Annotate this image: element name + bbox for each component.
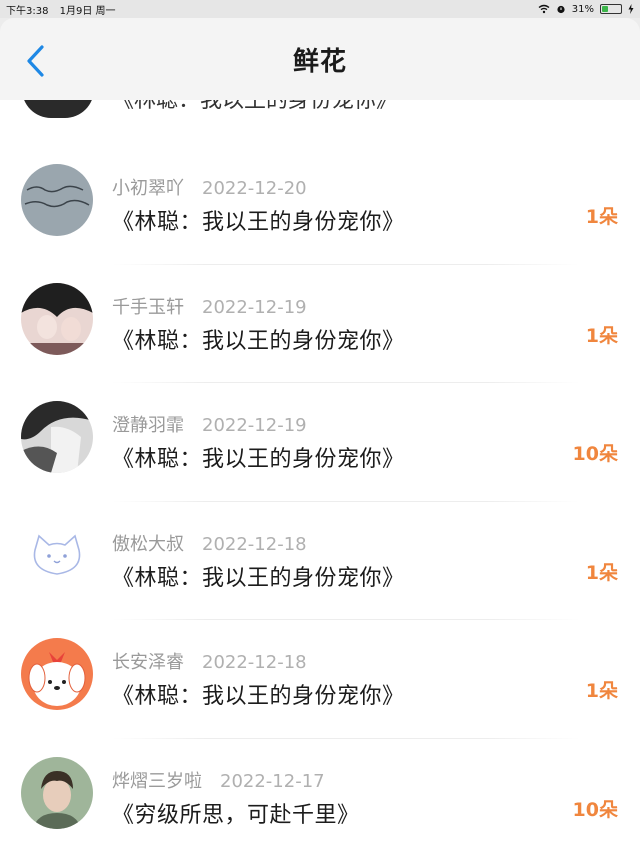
status-time: 下午3:38 bbox=[6, 5, 49, 17]
gift-date: 2022-12-18 bbox=[202, 652, 307, 673]
gift-message[interactable]: 《林聪：我以王的身份宠你》 bbox=[112, 204, 405, 236]
page-title: 鲜花 bbox=[292, 46, 347, 77]
avatar[interactable] bbox=[21, 519, 93, 592]
flower-list: 小初翠吖 2022-12-20 《林聪：我以王的身份宠你》 1朵 千手玉轩 20… bbox=[0, 146, 640, 853]
avatar[interactable] bbox=[21, 756, 93, 829]
alarm-icon bbox=[557, 5, 565, 14]
flower-count: 10朵 bbox=[572, 798, 618, 821]
gift-date: 2022-12-18 bbox=[202, 533, 307, 555]
gift-date: 2022-12-20 bbox=[202, 178, 307, 199]
battery-percent: 31% bbox=[571, 3, 594, 15]
list-item[interactable]: 烨熠三岁啦 2022-12-17 《穷级所思，可赴千里》 10朵 bbox=[0, 739, 640, 853]
chevron-left-icon bbox=[27, 45, 44, 77]
dog-icon bbox=[21, 638, 93, 710]
gift-message[interactable]: 《穷级所思，可赴千里》 bbox=[112, 797, 360, 829]
back-button[interactable] bbox=[18, 44, 52, 78]
list-item[interactable]: 千手玉轩 2022-12-19 《林聪：我以王的身份宠你》 1朵 bbox=[0, 265, 640, 384]
gift-message[interactable]: 《林聪：我以王的身份宠你》 bbox=[112, 323, 405, 355]
item-meta: 烨熠三岁啦 2022-12-17 bbox=[112, 767, 325, 793]
flower-list-container[interactable]: 《林聪：我以王的身份宠你》 小初翠吖 2022-12-20 《林聪：我以王的身份… bbox=[0, 100, 640, 853]
item-meta: 傲松大叔 2022-12-18 bbox=[112, 530, 307, 556]
status-right: 31% bbox=[538, 4, 634, 15]
gift-date: 2022-12-19 bbox=[202, 415, 307, 436]
gift-message[interactable]: 《林聪：我以王的身份宠你》 bbox=[112, 441, 405, 473]
status-bar: 下午3:38 1月9日 周一 31% bbox=[0, 0, 640, 18]
battery-icon bbox=[600, 4, 622, 14]
list-item[interactable]: 小初翠吖 2022-12-20 《林聪：我以王的身份宠你》 1朵 bbox=[0, 146, 640, 265]
list-item[interactable]: 长安泽睿 2022-12-18 《林聪：我以王的身份宠你》 1朵 bbox=[0, 620, 640, 739]
username[interactable]: 澄静羽霏 bbox=[112, 411, 184, 437]
charging-icon bbox=[628, 4, 634, 14]
status-left: 下午3:38 1月9日 周一 bbox=[6, 2, 124, 17]
avatar[interactable] bbox=[21, 164, 93, 236]
flower-count: 1朵 bbox=[585, 561, 618, 584]
username[interactable]: 长安泽睿 bbox=[112, 648, 184, 674]
avatar[interactable] bbox=[21, 638, 93, 710]
gift-date: 2022-12-17 bbox=[220, 770, 325, 792]
flower-count: 10朵 bbox=[572, 443, 618, 465]
battery-fill bbox=[602, 6, 608, 12]
list-item-partial[interactable]: 《林聪：我以王的身份宠你》 bbox=[0, 100, 640, 118]
gift-date: 2022-12-19 bbox=[202, 296, 307, 318]
avatar[interactable] bbox=[21, 282, 93, 355]
flower-count: 1朵 bbox=[585, 206, 618, 228]
status-date: 1月9日 周一 bbox=[59, 5, 116, 17]
nav-bar: 鲜花 bbox=[0, 18, 640, 100]
gift-message: 《林聪：我以王的身份宠你》 bbox=[112, 100, 399, 113]
username[interactable]: 小初翠吖 bbox=[112, 174, 184, 200]
avatar[interactable] bbox=[21, 401, 93, 473]
flower-count: 1朵 bbox=[585, 324, 618, 347]
avatar-image bbox=[21, 164, 93, 236]
item-meta: 千手玉轩 2022-12-19 bbox=[112, 293, 307, 319]
item-meta: 长安泽睿 2022-12-18 bbox=[112, 648, 307, 674]
cat-icon bbox=[21, 519, 93, 592]
avatar-image bbox=[21, 282, 93, 355]
gift-message[interactable]: 《林聪：我以王的身份宠你》 bbox=[112, 678, 405, 710]
username[interactable]: 千手玉轩 bbox=[112, 293, 184, 319]
avatar-image bbox=[21, 401, 93, 473]
avatar[interactable] bbox=[22, 100, 94, 118]
item-meta: 澄静羽霏 2022-12-19 bbox=[112, 411, 307, 437]
flower-count: 1朵 bbox=[585, 680, 618, 702]
wifi-icon bbox=[538, 4, 550, 14]
username[interactable]: 傲松大叔 bbox=[112, 530, 184, 556]
list-item[interactable]: 傲松大叔 2022-12-18 《林聪：我以王的身份宠你》 1朵 bbox=[0, 502, 640, 621]
gift-message[interactable]: 《林聪：我以王的身份宠你》 bbox=[112, 560, 405, 592]
item-meta: 小初翠吖 2022-12-20 bbox=[112, 174, 307, 200]
list-item[interactable]: 澄静羽霏 2022-12-19 《林聪：我以王的身份宠你》 10朵 bbox=[0, 383, 640, 502]
avatar-image bbox=[21, 756, 93, 829]
username[interactable]: 烨熠三岁啦 bbox=[112, 767, 202, 793]
